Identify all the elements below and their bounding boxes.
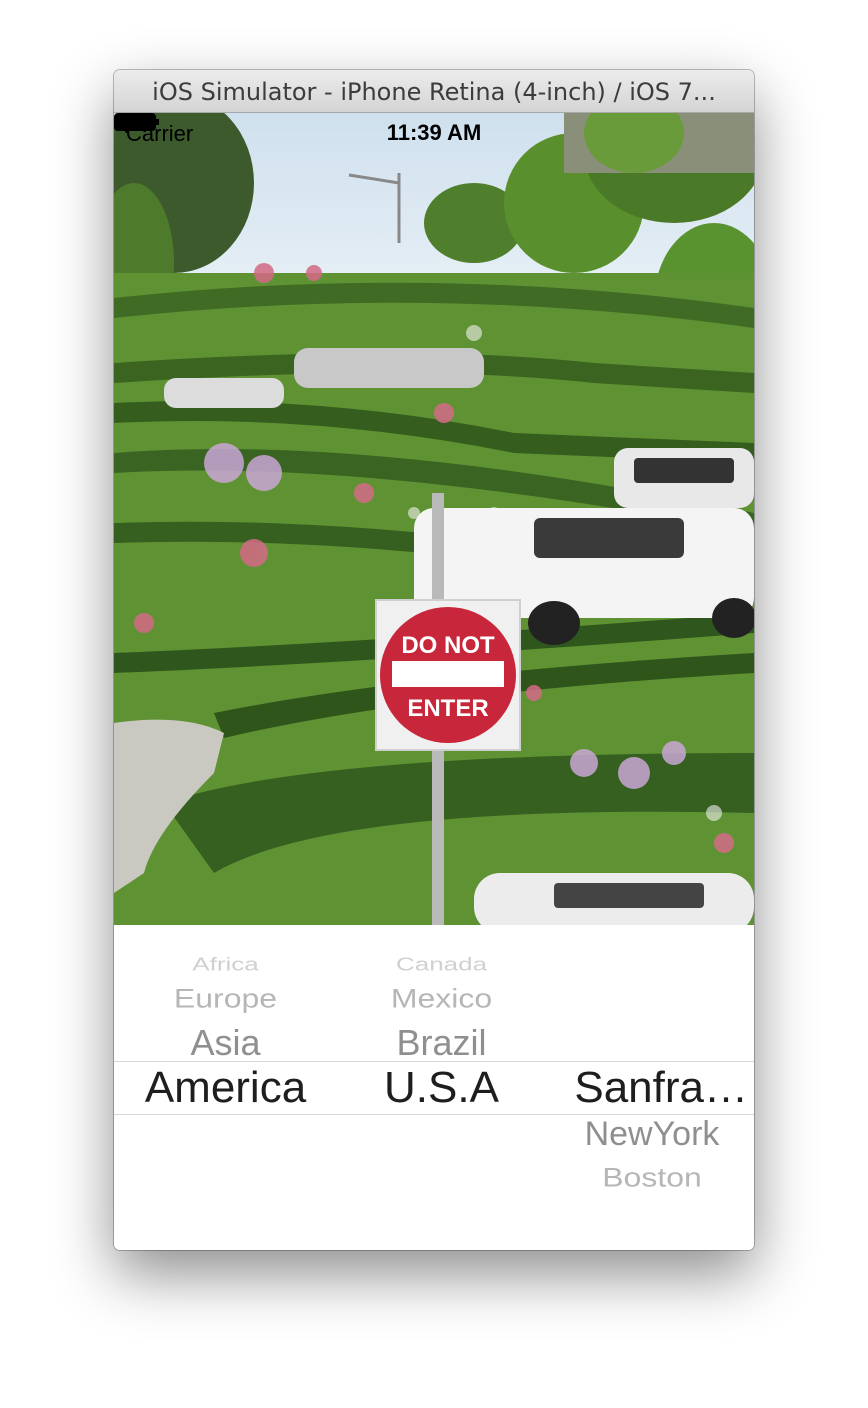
picker-row[interactable]: Canada <box>335 954 548 976</box>
picker-selected-row[interactable]: Sanfra… <box>544 1063 748 1113</box>
picker-row[interactable]: NewYork <box>550 1115 754 1154</box>
picker-row[interactable]: Africa <box>119 954 332 976</box>
battery-icon <box>114 113 159 131</box>
status-bar: Carrier 11:39 AM <box>114 113 754 153</box>
status-time: 11:39 AM <box>386 120 482 145</box>
picker-row[interactable]: Boston <box>550 1162 754 1193</box>
picker-row[interactable]: Europe <box>119 983 332 1014</box>
lombard-street-photo: DO NOT ENTER <box>114 113 754 925</box>
window-title: iOS Simulator - iPhone Retina (4-inch) /… <box>152 78 716 106</box>
picker-selected-row[interactable]: America <box>119 1063 332 1113</box>
background-photo: DO NOT ENTER Carrier 11:39 AM <box>114 113 754 925</box>
window-titlebar[interactable]: iOS Simulator - iPhone Retina (4-inch) /… <box>114 70 754 113</box>
picker-column-city[interactable]: Sanfra… NewYork Boston <box>550 925 754 1250</box>
picker-column-continent[interactable]: Africa Europe Asia America <box>119 925 332 1250</box>
picker-row[interactable]: Mexico <box>335 983 548 1014</box>
device-screen: DO NOT ENTER Carrier 11:39 AM Africa Eur… <box>114 113 754 1250</box>
picker-row[interactable]: Asia <box>119 1022 332 1064</box>
picker-row[interactable]: Brazil <box>335 1022 548 1064</box>
location-picker[interactable]: Africa Europe Asia America Canada Mexico… <box>114 925 754 1250</box>
simulator-window: iOS Simulator - iPhone Retina (4-inch) /… <box>114 70 754 1250</box>
sign-text-line1: DO NOT <box>401 632 495 659</box>
picker-selected-row[interactable]: U.S.A <box>335 1063 548 1113</box>
sign-text-line2: ENTER <box>407 695 488 722</box>
picker-column-country[interactable]: Canada Mexico Brazil U.S.A <box>335 925 548 1250</box>
